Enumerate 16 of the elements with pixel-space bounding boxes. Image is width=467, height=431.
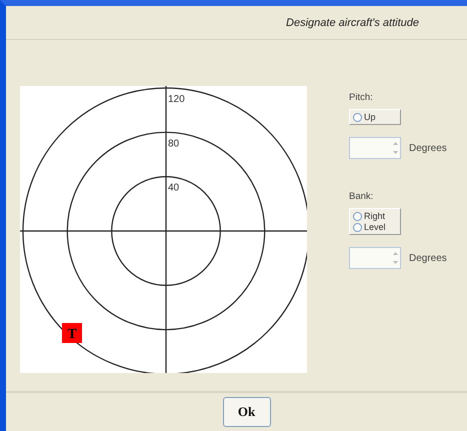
attitude-plot[interactable]: 120 80 40 T bbox=[20, 86, 307, 373]
group-label: Bank: bbox=[349, 191, 374, 202]
ok-button[interactable]: Ok bbox=[222, 397, 270, 427]
degrees-spinbox[interactable] bbox=[349, 137, 401, 159]
ring-label: 40 bbox=[168, 182, 180, 194]
ring-label: 80 bbox=[168, 138, 180, 150]
unit-label: Degrees bbox=[409, 252, 447, 264]
radio-option[interactable]: Up bbox=[353, 112, 397, 122]
radio-option[interactable]: Level bbox=[353, 222, 397, 232]
dialog-heading: Designate aircraft's attitude bbox=[286, 16, 419, 28]
group-label: Pitch: bbox=[349, 92, 374, 103]
unit-label: Degrees bbox=[409, 142, 447, 154]
degrees-spinbox[interactable] bbox=[349, 247, 401, 269]
ring-label: 120 bbox=[168, 94, 185, 105]
target-marker[interactable]: T bbox=[62, 323, 82, 343]
radio-option[interactable]: Right bbox=[353, 211, 397, 221]
